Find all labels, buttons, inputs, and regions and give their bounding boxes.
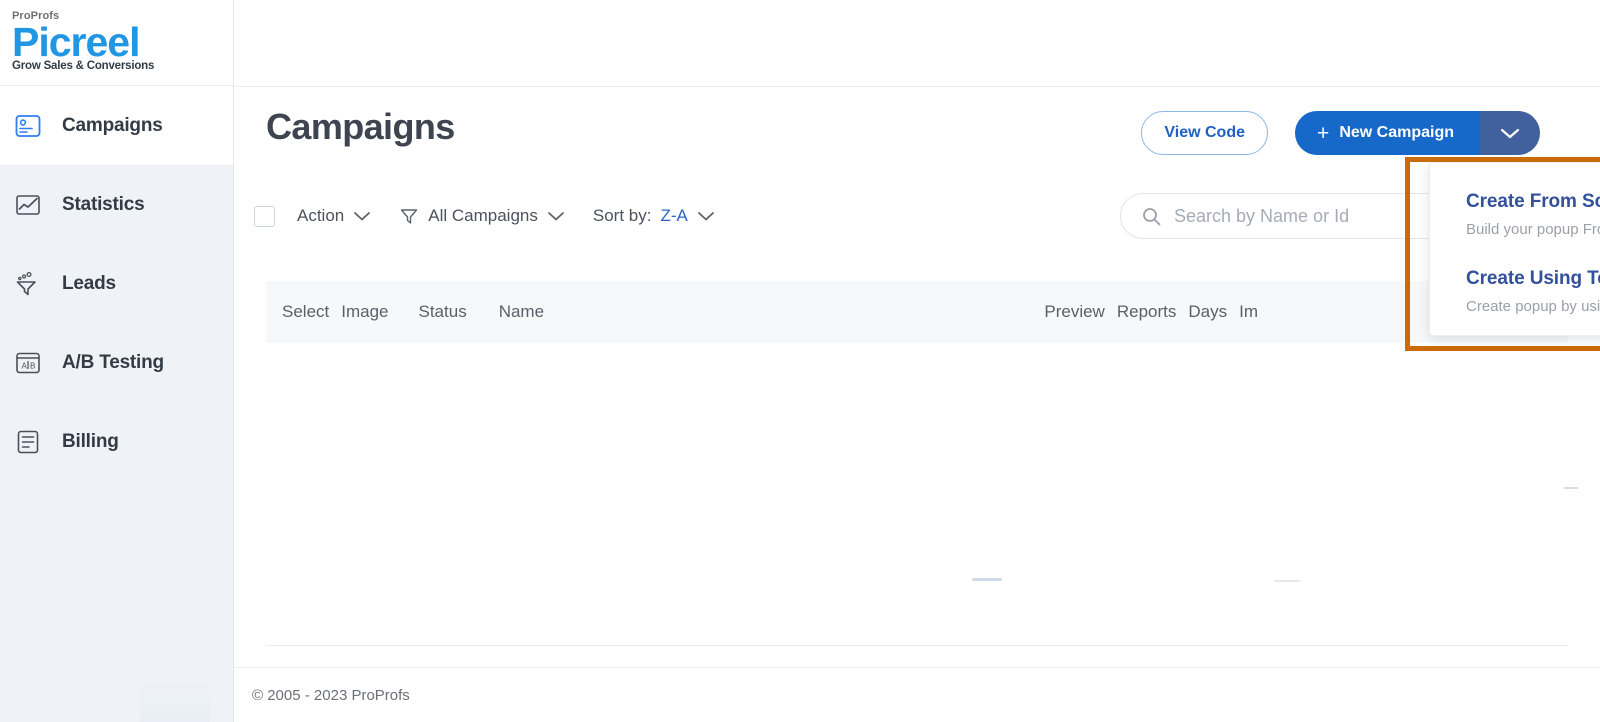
brand-logo[interactable]: ProProfs Picreel Grow Sales & Conversion… — [0, 0, 233, 86]
new-campaign-button-group: + New Campaign — [1295, 111, 1540, 155]
action-dropdown[interactable]: Action — [297, 206, 371, 226]
svg-text:A: A — [22, 361, 28, 370]
page-title: Campaigns — [266, 106, 455, 147]
search-icon — [1141, 206, 1162, 227]
plus-icon: + — [1317, 121, 1330, 145]
billing-icon — [12, 426, 44, 458]
sidebar-item-label: Statistics — [62, 193, 145, 215]
sidebar-item-label: Billing — [62, 430, 119, 452]
brand-name-label: Picreel — [12, 19, 141, 65]
view-code-label: View Code — [1164, 124, 1245, 141]
sort-dropdown[interactable]: Sort by: Z-A — [593, 206, 715, 226]
campaigns-toolbar: Action All Campaigns Sort by: Z-A Search… — [234, 185, 1600, 247]
chevron-down-icon — [1499, 126, 1521, 140]
new-campaign-button[interactable]: + New Campaign — [1295, 111, 1480, 155]
sidebar-bottom-widget[interactable] — [140, 682, 210, 722]
view-code-button[interactable]: View Code — [1141, 111, 1268, 155]
sidebar: ProProfs Picreel Grow Sales & Conversion… — [0, 0, 234, 722]
table-loading-indicator-secondary — [1274, 580, 1300, 582]
menu-item-title: Create Using Templates — [1466, 268, 1600, 289]
column-header-image: Image — [341, 302, 389, 321]
ab-testing-icon: A B — [12, 347, 44, 379]
campaigns-table-header: Select Image Status Name Preview Reports… — [266, 281, 1568, 343]
chevron-down-icon — [697, 210, 715, 222]
action-label: Action — [297, 206, 345, 225]
chevron-down-icon — [547, 210, 565, 222]
campaign-filter-dropdown[interactable]: All Campaigns — [399, 206, 565, 226]
column-header-name: Name — [498, 302, 545, 321]
select-all-checkbox[interactable] — [254, 205, 275, 227]
menu-item-create-from-scratch[interactable]: Create From Scratch Build your popup Fro… — [1430, 189, 1600, 240]
main-content: Campaigns View Code + New Campaign Actio… — [234, 0, 1600, 722]
statistics-icon — [12, 189, 44, 221]
campaign-filter-label: All Campaigns — [428, 206, 538, 225]
sidebar-nav: Campaigns Statistics Leads A B A/B Testi… — [0, 86, 233, 481]
menu-item-create-using-templates[interactable]: Create Using Templates Create popup by u… — [1430, 266, 1600, 317]
sidebar-item-ab-testing[interactable]: A B A/B Testing — [0, 323, 233, 402]
brand-tagline-label: Grow Sales & Conversions — [12, 60, 155, 72]
menu-item-subtitle: Build your popup From Scretch — [1466, 221, 1600, 238]
sidebar-item-leads[interactable]: Leads — [0, 244, 233, 323]
scroll-indicator[interactable] — [1564, 487, 1578, 489]
funnel-icon — [399, 206, 419, 226]
sidebar-item-label: Campaigns — [62, 114, 163, 136]
new-campaign-label: New Campaign — [1339, 124, 1454, 141]
campaigns-icon — [12, 110, 44, 142]
page-header: Campaigns View Code + New Campaign — [234, 86, 1600, 176]
chevron-down-icon — [353, 210, 371, 222]
svg-text:B: B — [30, 361, 35, 370]
leads-funnel-icon — [12, 268, 44, 300]
sidebar-item-billing[interactable]: Billing — [0, 402, 233, 481]
copyright-label: © 2005 - 2023 ProProfs — [252, 686, 410, 704]
search-placeholder: Search by Name or Id — [1174, 205, 1350, 226]
sidebar-item-label: Leads — [62, 272, 116, 294]
column-header-reports: Reports — [1116, 302, 1177, 321]
sort-value-label: Z-A — [660, 206, 688, 225]
sidebar-item-label: A/B Testing — [62, 351, 164, 373]
sidebar-item-statistics[interactable]: Statistics — [0, 165, 233, 244]
column-header-select: Select — [282, 302, 330, 321]
menu-item-subtitle: Create popup by using template — [1466, 298, 1600, 315]
page-footer: © 2005 - 2023 ProProfs — [234, 667, 1600, 722]
sort-prefix-label: Sort by: — [592, 206, 652, 225]
column-header-days: Days — [1188, 302, 1228, 321]
table-loading-indicator — [972, 578, 1002, 581]
column-header-preview: Preview — [1044, 302, 1105, 321]
new-campaign-dropdown-menu: Create From Scratch Build your popup Fro… — [1429, 162, 1600, 336]
sidebar-item-campaigns[interactable]: Campaigns — [0, 86, 233, 165]
column-header-impressions: Im — [1239, 302, 1258, 321]
column-header-status: Status — [418, 302, 467, 321]
table-bottom-divider — [266, 645, 1568, 646]
app-root: ProProfs Picreel Grow Sales & Conversion… — [0, 0, 1600, 722]
new-campaign-dropdown-toggle[interactable] — [1480, 111, 1540, 155]
menu-item-title: Create From Scratch — [1466, 191, 1600, 212]
